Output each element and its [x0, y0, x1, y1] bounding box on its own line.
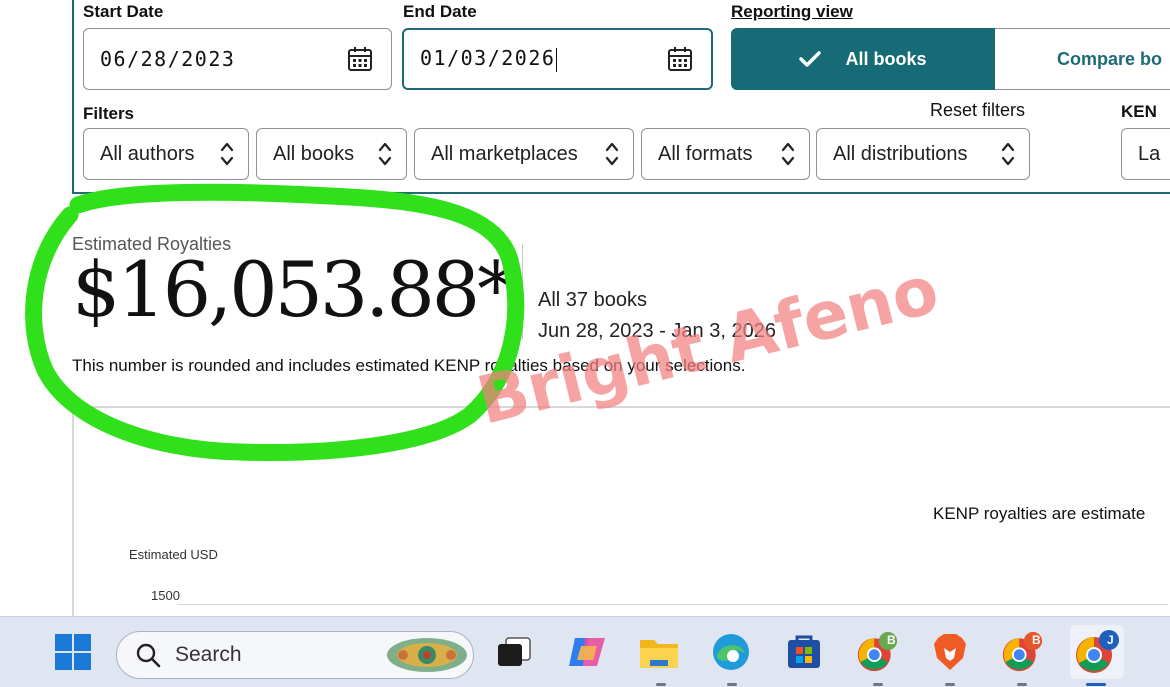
taskbar-search-placeholder: Search	[175, 643, 242, 666]
task-view-icon[interactable]	[493, 631, 535, 673]
file-explorer-icon[interactable]	[638, 631, 680, 673]
chrome-profile-b-icon[interactable]: B	[856, 631, 898, 673]
brave-browser-icon[interactable]	[929, 631, 971, 673]
chrome-profile-b2-icon[interactable]: B	[1001, 631, 1043, 673]
search-highlight-image-icon	[387, 638, 467, 672]
windows-start-icon[interactable]	[52, 631, 94, 673]
search-icon	[136, 643, 161, 668]
windows-taskbar: Search B B J	[0, 616, 1170, 687]
chrome-badge-j: J	[1107, 633, 1114, 647]
taskbar-search-box[interactable]: Search	[116, 631, 474, 679]
edge-browser-icon[interactable]	[710, 631, 752, 673]
chrome-badge-b2: B	[1032, 633, 1041, 647]
copilot-icon[interactable]	[566, 631, 608, 673]
chrome-profile-j-icon[interactable]: J	[1070, 625, 1124, 679]
chrome-badge-b: B	[887, 633, 896, 647]
microsoft-store-icon[interactable]	[783, 631, 825, 673]
